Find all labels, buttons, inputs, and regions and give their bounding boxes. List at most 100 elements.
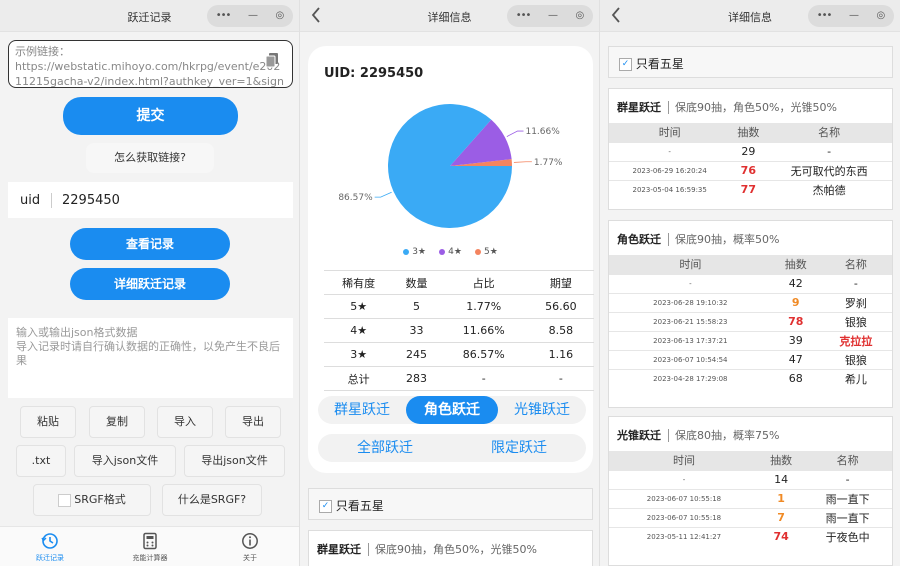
tab-standard[interactable]: 群星跃迁 xyxy=(318,396,406,424)
table-row: 3★ 245 86.57% 1.16 xyxy=(324,342,594,367)
table-row: 4★ 33 11.66% 8.58 xyxy=(324,318,594,343)
legend-4star: 4★ xyxy=(439,247,462,257)
section-title: 群星跃迁 xyxy=(317,543,369,556)
cell-pulls: 42 xyxy=(771,273,820,293)
cell-time: 2023-06-29 16:20:24 xyxy=(609,160,731,180)
pie-label-line xyxy=(374,191,392,198)
cell: 5★ xyxy=(324,294,394,319)
section-character-banner: 角色跃迁 保底90抽，概率50% 时间 抽数 名称 -42- 2023-06-28 1… xyxy=(608,220,893,408)
table-row: 2023-06-13 17:37:21 39 克拉拉 xyxy=(609,330,892,350)
export-json-file-button[interactable]: 导出json文件 xyxy=(184,445,285,477)
cell-name: 罗刹 xyxy=(819,292,892,312)
close-icon[interactable]: ◎ xyxy=(876,11,885,21)
uid-value[interactable]: 2295450 xyxy=(52,193,120,208)
more-icon[interactable]: ••• xyxy=(817,11,833,21)
txt-button[interactable]: .txt xyxy=(16,445,66,477)
section-desc: 保底90抽，概率50% xyxy=(675,233,780,246)
nav-about[interactable]: 关于 xyxy=(200,527,299,566)
pull-table: 时间 抽数 名称 -42- 2023-06-28 19:10:32 9 罗刹 2023-… xyxy=(609,255,892,388)
paste-button[interactable]: 粘贴 xyxy=(20,406,76,438)
close-icon[interactable]: ◎ xyxy=(575,11,584,21)
table-row: 2023-05-11 12:41:27 74 于夜色中 xyxy=(609,526,892,546)
cell: 11.66% xyxy=(439,318,528,343)
cell-pulls: 1 xyxy=(758,488,804,508)
section-header: 群星跃迁 保底90抽，角色50%，光锥50% xyxy=(609,89,892,123)
history-icon xyxy=(41,533,58,549)
copy-button[interactable]: 复制 xyxy=(89,406,145,438)
nav-calculator[interactable]: 充能计算器 xyxy=(100,527,200,566)
pie-data-label: 1.77% xyxy=(534,158,563,168)
cell-pulls: 47 xyxy=(771,349,820,369)
minimize-icon[interactable]: — xyxy=(849,11,859,21)
th-pulls: 抽数 xyxy=(730,123,767,142)
tab-character[interactable]: 角色跃迁 xyxy=(406,396,498,424)
title-bar: 详细信息 ••• — ◎ xyxy=(600,0,900,32)
section-standard-banner: 群星跃迁 保底90抽，角色50%，光锥50% 时间 抽数 名称 -29- 2023-0… xyxy=(608,88,893,210)
section-title: 光锥跃迁 xyxy=(617,429,669,442)
legend-5star: 5★ xyxy=(474,247,498,257)
minimize-icon[interactable]: — xyxy=(548,11,558,21)
table-row: 5★ 5 1.77% 56.60 xyxy=(324,294,594,319)
legend-3star: 3★ xyxy=(403,247,426,257)
stats-card: UID: 2295450 1.77% 11.66% 86.57% 3★ 4★ 5★ … xyxy=(308,46,594,473)
check-icon[interactable]: ✓ xyxy=(319,500,332,513)
nav-gacha-records[interactable]: 跃迁记录 xyxy=(0,527,100,566)
export-button[interactable]: 导出 xyxy=(225,406,281,438)
checkbox-icon[interactable] xyxy=(58,493,72,507)
legend-label-3star: 3★ xyxy=(412,247,426,257)
how-to-get-link-button[interactable]: 怎么获取链接? xyxy=(86,143,214,173)
cell: 283 xyxy=(393,366,440,391)
cell-pulls: 76 xyxy=(730,160,767,180)
submit-button[interactable]: 提交 xyxy=(63,97,238,135)
cell-pulls: 39 xyxy=(771,330,820,350)
import-json-file-button[interactable]: 导入json文件 xyxy=(74,445,176,477)
srgf-format-checkbox[interactable]: SRGF格式 xyxy=(33,484,151,516)
more-icon[interactable]: ••• xyxy=(516,11,532,21)
pie-label-line xyxy=(513,161,532,163)
json-input[interactable]: 输入或输出json格式数据 导入记录时请自行确认数据的正确性，以免产生不良后果 xyxy=(8,318,293,398)
tab-limited[interactable]: 限定跃迁 xyxy=(452,434,586,462)
table-row: 2023-06-29 16:20:24 76 无可取代的东西 xyxy=(609,160,892,180)
five-star-only-checkbox[interactable]: ✓ 只看五星 xyxy=(308,488,593,520)
cell-time: - xyxy=(609,141,731,161)
link-input[interactable]: 示例链接： https://webstatic.mihoyo.com/hkrpg… xyxy=(8,40,293,88)
uid-heading: UID: 2295450 xyxy=(324,66,424,81)
window-controls: ••• — ◎ xyxy=(207,5,293,27)
detailed-records-button[interactable]: 详细跃迁记录 xyxy=(70,268,230,300)
window-controls: ••• — ◎ xyxy=(808,5,894,27)
pull-table: 时间 抽数 名称 -14- 2023-06-07 10:55:18 1 雨一直下 202… xyxy=(609,451,892,546)
section-lightcone-banner: 光锥跃迁 保底80抽，概率75% 时间 抽数 名称 -14- 2023-06-07 1… xyxy=(608,416,893,566)
import-button[interactable]: 导入 xyxy=(157,406,213,438)
minimize-icon[interactable]: — xyxy=(248,11,258,21)
th-pulls: 抽数 xyxy=(771,255,820,274)
view-records-button[interactable]: 查看记录 xyxy=(70,228,230,260)
cell-time: 2023-06-07 10:55:18 xyxy=(609,507,759,527)
th-time: 时间 xyxy=(609,255,772,274)
close-icon[interactable]: ◎ xyxy=(275,11,284,21)
cell-pulls: 29 xyxy=(730,141,767,161)
cell-name: 银狼 xyxy=(819,349,892,369)
section-desc: 保底90抽，角色50%，光锥50% xyxy=(375,543,537,556)
pull-table: 时间 抽数 名称 -29- 2023-06-29 16:20:24 76 无可取代的东西… xyxy=(609,123,892,199)
tab-lightcone[interactable]: 光锥跃迁 xyxy=(498,396,586,424)
what-is-srgf-button[interactable]: 什么是SRGF? xyxy=(162,484,262,516)
five-star-only-checkbox[interactable]: ✓ 只看五星 xyxy=(608,46,893,78)
section-title: 群星跃迁 xyxy=(617,101,669,114)
check-icon[interactable]: ✓ xyxy=(619,58,632,71)
uid-field[interactable]: uid 2295450 xyxy=(8,182,293,218)
tab-all[interactable]: 全部跃迁 xyxy=(318,434,452,462)
paste-link-icon[interactable] xyxy=(265,52,279,68)
cell-name: 杰帕德 xyxy=(766,179,892,199)
cell: 56.60 xyxy=(527,294,594,319)
cell-name: 雨一直下 xyxy=(803,488,892,508)
section-header: 光锥跃迁 保底80抽，概率75% xyxy=(609,417,892,451)
legend-label-4star: 4★ xyxy=(448,247,462,257)
th-time: 时间 xyxy=(609,123,731,142)
section-header: 角色跃迁 保底90抽，概率50% xyxy=(609,221,892,255)
more-icon[interactable]: ••• xyxy=(216,11,232,21)
cell-pulls: 74 xyxy=(758,526,804,546)
table-row: 2023-06-28 19:10:32 9 罗刹 xyxy=(609,292,892,312)
cell-time: 2023-06-07 10:55:18 xyxy=(609,488,759,508)
detail-panel: 详细信息 ••• — ◎ UID: 2295450 1.77% 11.66% 86.… xyxy=(300,0,600,566)
th-count: 数量 xyxy=(393,270,440,295)
